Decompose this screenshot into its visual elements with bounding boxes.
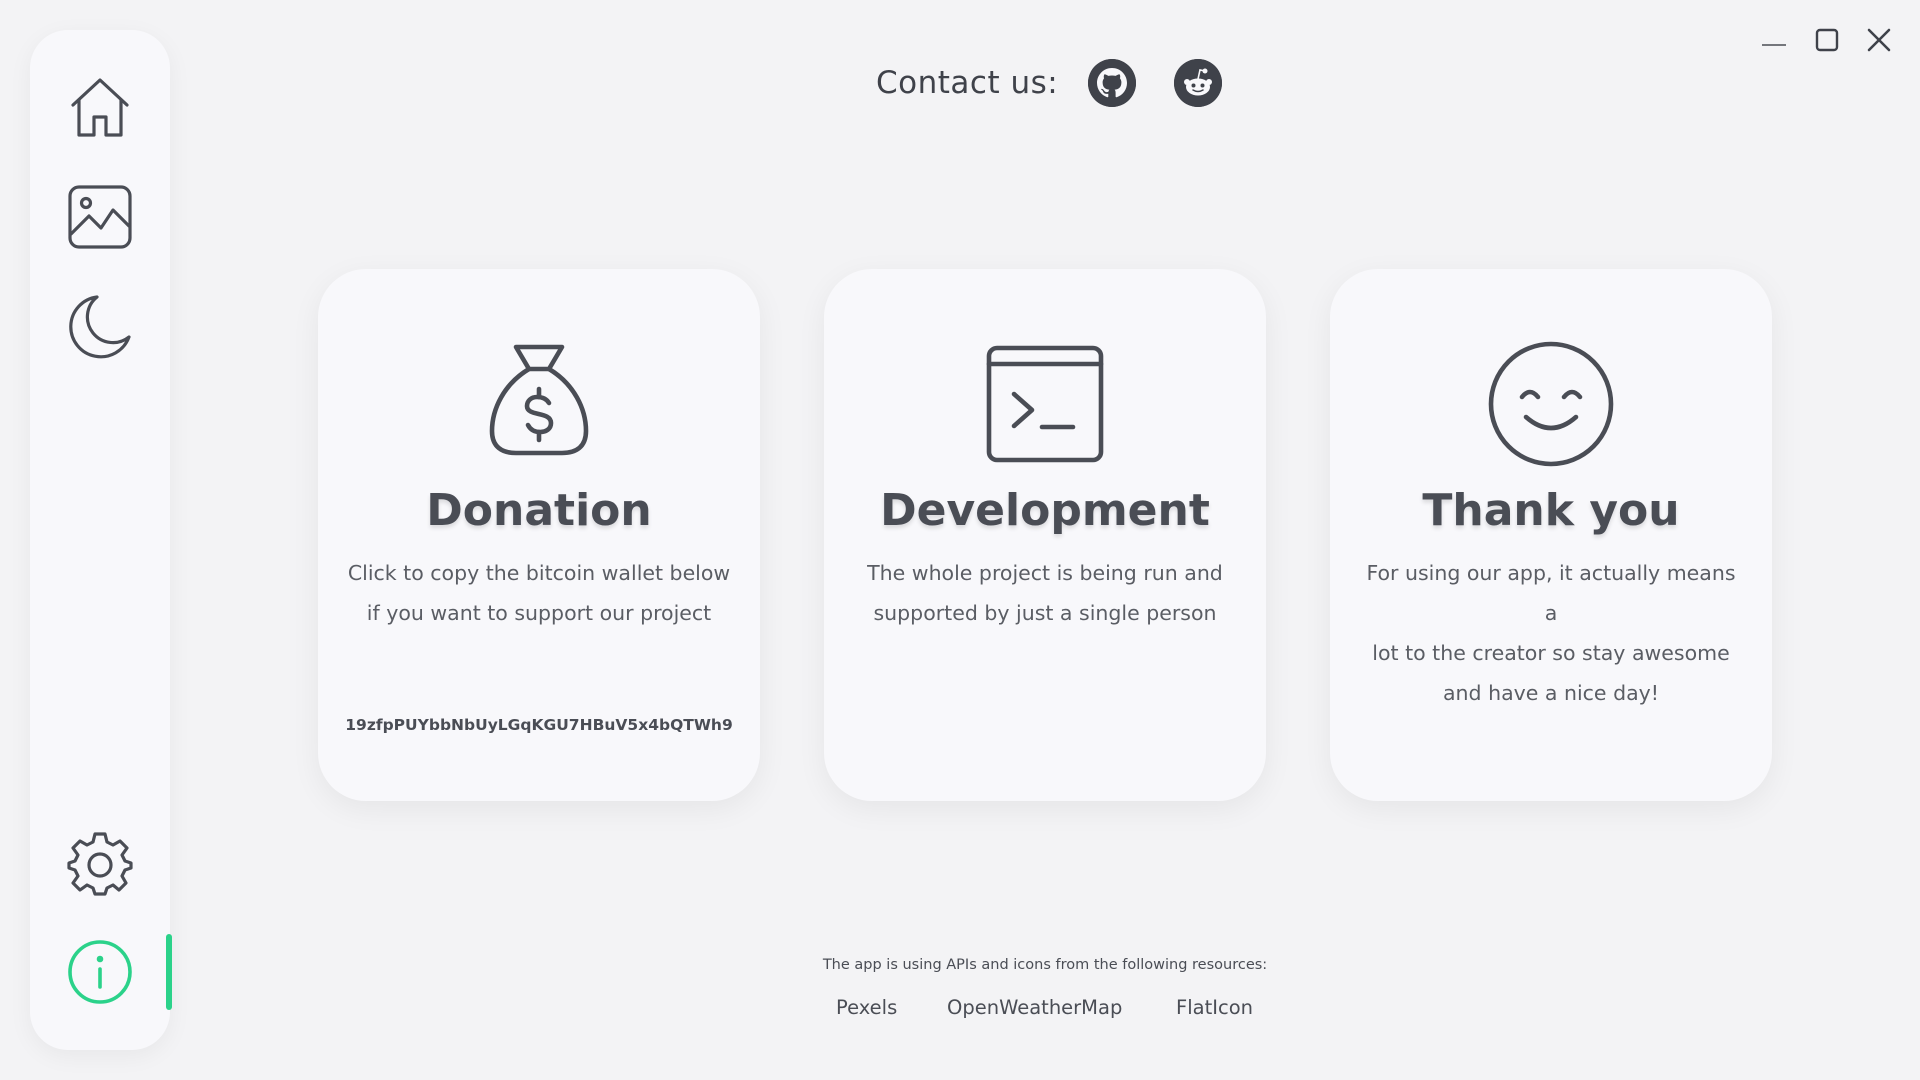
sidebar-item-dark-mode[interactable] bbox=[67, 293, 133, 359]
resources-note: The app is using APIs and icons from the… bbox=[822, 957, 1268, 973]
card-text-line: if you want to support our project bbox=[366, 601, 712, 625]
github-icon bbox=[1088, 59, 1137, 107]
reddit-icon bbox=[1174, 59, 1223, 107]
gear-icon bbox=[67, 832, 133, 896]
contact-section: Contact us: bbox=[876, 58, 1223, 108]
sidebar-item-settings[interactable] bbox=[67, 830, 133, 896]
image-icon bbox=[68, 185, 132, 249]
home-icon bbox=[71, 78, 129, 137]
card-icon bbox=[980, 339, 1110, 469]
donation-card[interactable]: Donation Click to copy the bitcoin walle… bbox=[318, 269, 760, 801]
development-card: Development The whole project is being r… bbox=[824, 269, 1266, 801]
pexels-link[interactable]: Pexels bbox=[836, 996, 897, 1019]
resource-links: Pexels OpenWeatherMap FlatIcon bbox=[0, 996, 1920, 1026]
minimize-icon bbox=[1762, 44, 1786, 46]
money-bag-icon bbox=[489, 344, 589, 456]
card-text-line: The whole project is being run and bbox=[867, 561, 1223, 585]
thank-you-card: Thank you For using our app, it actually… bbox=[1330, 269, 1772, 801]
card-title: Development bbox=[880, 485, 1210, 536]
reddit-link[interactable] bbox=[1174, 59, 1223, 107]
sidebar-item-home[interactable] bbox=[67, 75, 133, 141]
close-icon bbox=[1867, 28, 1891, 52]
card-text-line: Click to copy the bitcoin wallet below bbox=[347, 561, 731, 585]
card-text: Click to copy the bitcoin wallet below i… bbox=[346, 553, 732, 633]
smile-icon bbox=[1488, 341, 1614, 467]
card-icon bbox=[1486, 339, 1616, 469]
contact-label: Contact us: bbox=[876, 65, 1059, 101]
card-text-line: and have a nice day! bbox=[1443, 681, 1659, 705]
maximize-icon bbox=[1815, 28, 1839, 52]
card-icon bbox=[474, 339, 604, 469]
card-text: For using our app, it actually means a l… bbox=[1358, 553, 1744, 713]
card-title: Donation bbox=[426, 485, 652, 536]
openweathermap-link[interactable]: OpenWeatherMap bbox=[947, 996, 1122, 1019]
about-page: Contact us: Donation Click to copy the b… bbox=[0, 0, 1920, 1080]
close-button[interactable] bbox=[1861, 22, 1897, 58]
flaticon-link[interactable]: FlatIcon bbox=[1176, 996, 1253, 1019]
card-title: Thank you bbox=[1422, 485, 1680, 536]
card-text-line: lot to the creator so stay awesome bbox=[1372, 641, 1730, 665]
maximize-button[interactable] bbox=[1809, 22, 1845, 58]
card-text: The whole project is being run and suppo… bbox=[852, 553, 1238, 633]
sidebar-item-wallpapers[interactable] bbox=[67, 184, 133, 250]
sidebar bbox=[30, 30, 170, 1050]
github-link[interactable] bbox=[1088, 59, 1137, 107]
bitcoin-wallet-address[interactable]: 19zfpPUYbbNbUyLGqKGU7HBuV5x4bQTWh9 bbox=[318, 716, 760, 734]
card-text-line: For using our app, it actually means a bbox=[1366, 561, 1736, 625]
minimize-button[interactable] bbox=[1756, 22, 1792, 58]
card-text-line: supported by just a single person bbox=[873, 601, 1217, 625]
terminal-icon bbox=[986, 345, 1104, 463]
moon-icon bbox=[69, 295, 131, 359]
